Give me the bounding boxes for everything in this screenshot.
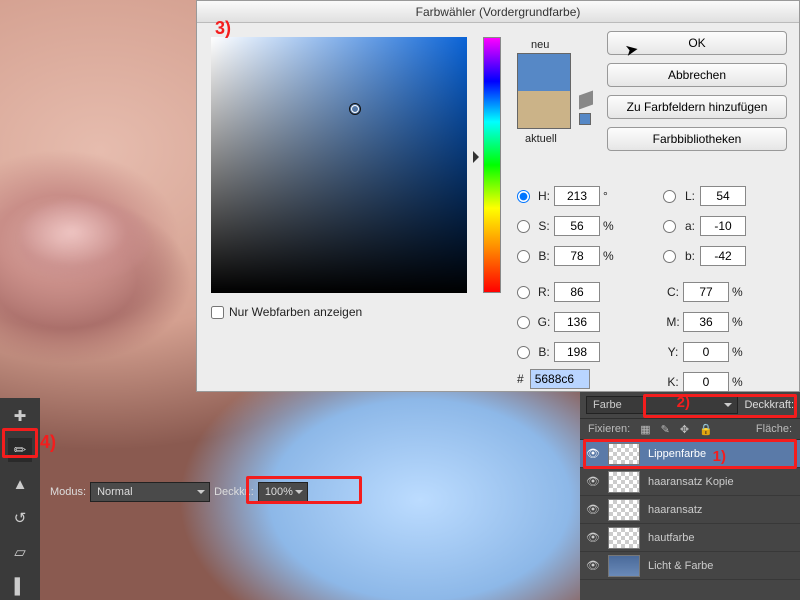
radio-l[interactable] — [663, 190, 676, 203]
annotation-3: 3) — [215, 18, 231, 39]
brush-tool-icon[interactable]: ✏ — [8, 438, 32, 462]
hue-slider-handle[interactable] — [473, 151, 485, 163]
layer-name: haaransatz — [648, 504, 702, 516]
rgb-fields: R: G: B: — [517, 277, 618, 367]
layer-thumb[interactable] — [608, 471, 640, 493]
swatch-current-label: aktuell — [525, 133, 557, 145]
k-input[interactable] — [683, 372, 729, 392]
hex-input[interactable] — [530, 369, 590, 389]
radio-r[interactable] — [517, 286, 530, 299]
saturation-value-field[interactable] — [211, 37, 467, 293]
stamp-tool-icon[interactable]: ▲ — [8, 472, 32, 496]
v-input[interactable] — [554, 246, 600, 266]
hsb-fields: H:° S:% B:% — [517, 181, 618, 271]
lock-all-icon[interactable]: 🔒 — [699, 423, 713, 436]
layer-thumb[interactable] — [608, 555, 640, 577]
lock-brush-icon[interactable]: ✎ — [661, 423, 670, 436]
a-input[interactable] — [700, 216, 746, 236]
lock-pixels-icon[interactable]: ▦ — [640, 423, 650, 436]
s-input[interactable] — [554, 216, 600, 236]
annotation-4: 4) — [40, 432, 56, 453]
lock-row: Fixieren: ▦ ✎ ✥ 🔒 Fläche: — [580, 418, 800, 440]
dialog-title: Farbwähler (Vordergrundfarbe) — [197, 1, 799, 23]
layer-thumb[interactable] — [608, 527, 640, 549]
visibility-icon[interactable]: 👁 — [586, 559, 600, 572]
radio-rb[interactable] — [517, 346, 530, 359]
radio-a[interactable] — [663, 220, 676, 233]
radio-s[interactable] — [517, 220, 530, 233]
add-swatch-button[interactable]: Zu Farbfeldern hinzufügen — [607, 95, 787, 119]
lock-move-icon[interactable]: ✥ — [680, 423, 689, 436]
visibility-icon[interactable]: 👁 — [586, 475, 600, 488]
bandage-tool-icon[interactable]: ✚ — [8, 404, 32, 428]
layer-name: Licht & Farbe — [648, 560, 713, 572]
layer-thumb[interactable] — [608, 443, 640, 465]
layer-row[interactable]: 👁 Lippenfarbe — [580, 440, 800, 468]
tools-panel: ✚ ✏ ▲ ↺ ▱ ▌ — [0, 398, 40, 600]
history-brush-icon[interactable]: ↺ — [8, 506, 32, 530]
swatch-current — [518, 91, 570, 128]
brush-options-bar: Modus: Normal Deckkr.: 100% — [50, 480, 308, 504]
hex-field-row: # — [517, 369, 590, 389]
layer-row[interactable]: 👁 haaransatz Kopie — [580, 468, 800, 496]
layer-opacity-label: Deckkraft: — [744, 399, 794, 411]
radio-h[interactable] — [517, 190, 530, 203]
layer-list: 👁 Lippenfarbe 👁 haaransatz Kopie 👁 haaransatz… — [580, 440, 800, 580]
visibility-icon[interactable]: 👁 — [586, 447, 600, 460]
layer-row[interactable]: 👁 hautfarbe — [580, 524, 800, 552]
layer-thumb[interactable] — [608, 499, 640, 521]
color-swatch — [517, 53, 571, 129]
m-input[interactable] — [683, 312, 729, 332]
sv-cursor[interactable] — [349, 103, 361, 115]
visibility-icon[interactable]: 👁 — [586, 503, 600, 516]
c-input[interactable] — [683, 282, 729, 302]
mode-label: Modus: — [50, 486, 86, 498]
swatch-new-label: neu — [531, 39, 549, 51]
gamut-color-swatch[interactable] — [579, 113, 591, 125]
cancel-button[interactable]: Abbrechen — [607, 63, 787, 87]
annotation-1: 1) — [713, 448, 726, 465]
opacity-dropdown[interactable]: 100% — [258, 482, 308, 502]
layer-name: hautfarbe — [648, 532, 694, 544]
web-colors-only[interactable]: Nur Webfarben anzeigen — [211, 305, 362, 319]
layer-row[interactable]: 👁 Licht & Farbe — [580, 552, 800, 580]
gamut-warning-icon[interactable] — [579, 90, 593, 109]
radio-g[interactable] — [517, 316, 530, 329]
gradient-tool-icon[interactable]: ▌ — [8, 574, 32, 598]
y-input[interactable] — [683, 342, 729, 362]
lab-fields: L: a: b: — [663, 181, 764, 271]
h-input[interactable] — [554, 186, 600, 206]
swatch-new — [518, 54, 570, 91]
web-colors-checkbox[interactable] — [211, 306, 224, 319]
g-input[interactable] — [554, 312, 600, 332]
r-input[interactable] — [554, 282, 600, 302]
l-input[interactable] — [700, 186, 746, 206]
hue-slider[interactable] — [483, 37, 501, 293]
layer-row[interactable]: 👁 haaransatz — [580, 496, 800, 524]
annotation-2: 2) — [677, 394, 690, 411]
layer-name: Lippenfarbe — [648, 448, 706, 460]
lab-b-input[interactable] — [700, 246, 746, 266]
radio-b[interactable] — [517, 250, 530, 263]
color-libraries-button[interactable]: Farbbibliotheken — [607, 127, 787, 151]
layer-name: haaransatz Kopie — [648, 476, 734, 488]
opacity-label: Deckkr.: — [214, 486, 254, 498]
radio-lab-b[interactable] — [663, 250, 676, 263]
cmyk-fields: C:% M:% Y:% K:% — [663, 277, 747, 397]
blend-mode-dropdown[interactable]: Normal — [90, 482, 210, 502]
layers-panel: Farbe Deckkraft: Fixieren: ▦ ✎ ✥ 🔒 Fläch… — [580, 392, 800, 600]
eraser-tool-icon[interactable]: ▱ — [8, 540, 32, 564]
fill-label: Fläche: — [756, 423, 792, 435]
color-picker-dialog: Farbwähler (Vordergrundfarbe) neu aktuel… — [196, 0, 800, 392]
rb-input[interactable] — [554, 342, 600, 362]
visibility-icon[interactable]: 👁 — [586, 531, 600, 544]
layer-blend-dropdown[interactable]: Farbe — [586, 396, 738, 414]
